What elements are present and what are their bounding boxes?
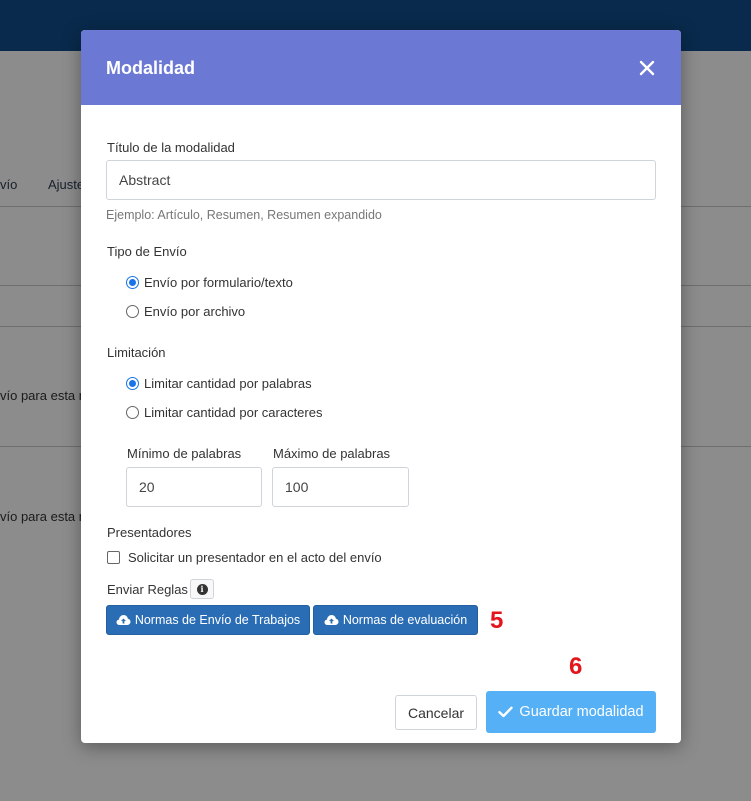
min-words-label: Mínimo de palabras (127, 446, 242, 461)
radio-submission-form[interactable]: Envío por formulario/texto (126, 275, 293, 290)
radio-limit-words[interactable]: Limitar cantidad por palabras (126, 376, 312, 391)
radio-checked[interactable] (126, 377, 139, 390)
cancel-button[interactable]: Cancelar (395, 695, 477, 730)
presenter-checkbox[interactable] (107, 551, 120, 564)
save-modality-label: Guardar modalidad (519, 704, 644, 720)
radio-label: Limitar cantidad por palabras (144, 376, 312, 391)
rules-evaluation-button[interactable]: Normas de evaluación (313, 605, 478, 635)
modal-title: Modalidad (106, 58, 195, 78)
title-help-text: Ejemplo: Artículo, Resumen, Resumen expa… (106, 208, 382, 222)
radio-unchecked[interactable] (126, 305, 139, 318)
info-icon[interactable]: i (190, 579, 214, 599)
radio-submission-file[interactable]: Envío por archivo (126, 304, 245, 319)
radio-label: Limitar cantidad por caracteres (144, 405, 323, 420)
rules-evaluation-label: Normas de evaluación (342, 613, 468, 627)
annotation-5: 5 (490, 607, 504, 634)
radio-label: Envío por archivo (144, 304, 246, 319)
title-input[interactable] (106, 160, 656, 200)
radio-limit-characters[interactable]: Limitar cantidad por caracteres (126, 405, 322, 420)
max-words-input[interactable] (272, 467, 409, 507)
max-words-label: Máximo de palabras (273, 446, 391, 461)
radio-checked[interactable] (126, 276, 139, 289)
rules-submission-button[interactable]: Normas de Envío de Trabajos (106, 605, 310, 635)
radio-unchecked[interactable] (126, 406, 139, 419)
save-modality-button[interactable]: Guardar modalidad (486, 691, 656, 733)
close-icon[interactable] (637, 58, 657, 78)
radio-label: Envío por formulario/texto (144, 275, 293, 290)
presenters-label: Presentadores (107, 525, 192, 540)
cloud-upload-icon (324, 615, 339, 625)
modal-header: Modalidad (81, 30, 681, 105)
check-icon (498, 706, 514, 718)
cloud-upload-icon (116, 615, 131, 625)
rules-submission-label: Normas de Envío de Trabajos (134, 613, 301, 627)
annotation-6: 6 (569, 653, 583, 680)
limitation-label: Limitación (107, 345, 166, 360)
presenter-checkbox-row[interactable]: Solicitar un presentador en el acto del … (107, 550, 382, 565)
min-words-input[interactable] (126, 467, 262, 507)
submission-type-label: Tipo de Envío (107, 244, 187, 259)
presenter-checkbox-label: Solicitar un presentador en el acto del … (128, 550, 382, 565)
modalidad-dialog: Modalidad Título de la modalidad Ejemplo… (81, 30, 681, 743)
rules-label: Enviar Reglas (107, 582, 188, 597)
title-field-label: Título de la modalidad (107, 140, 235, 155)
